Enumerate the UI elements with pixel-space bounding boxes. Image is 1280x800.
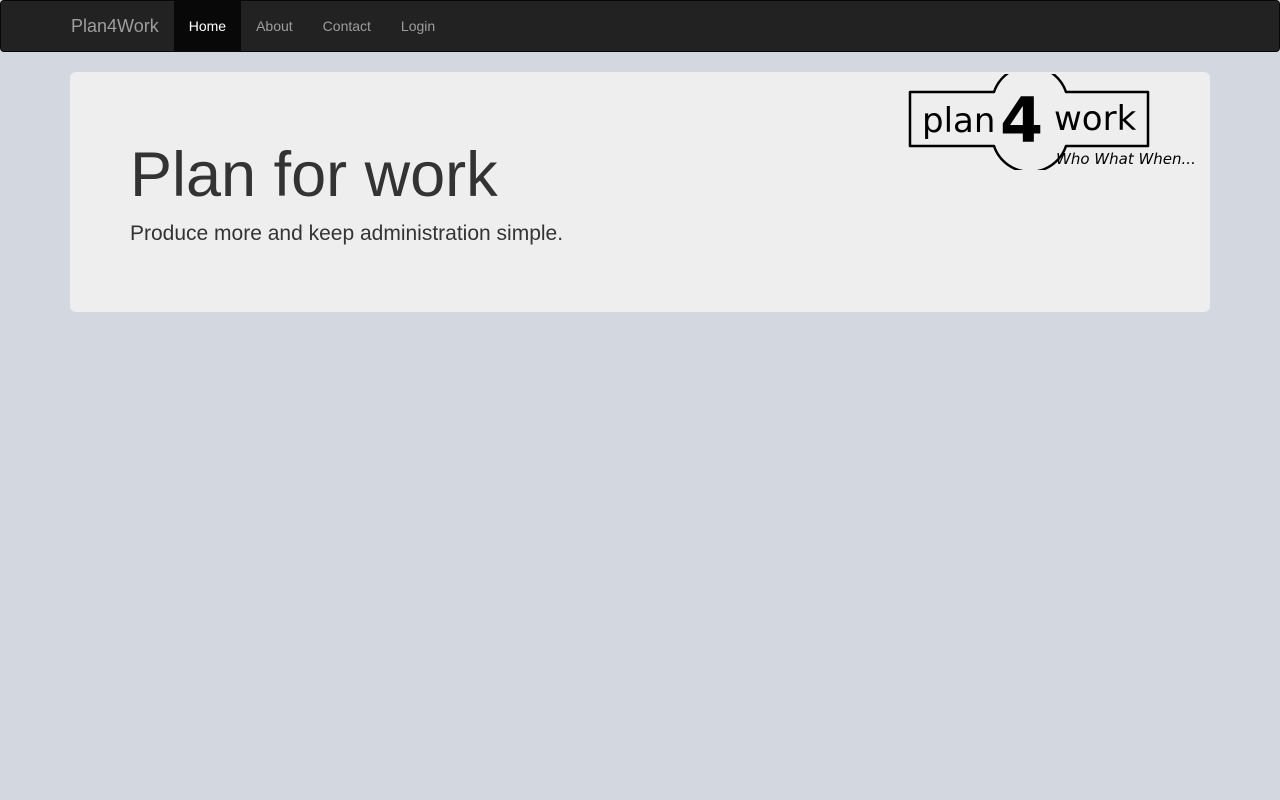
- top-navbar: Plan4Work Home About Contact Login: [0, 0, 1280, 52]
- nav-home[interactable]: Home: [173, 1, 242, 51]
- logo-tagline: Who What When...: [1056, 150, 1194, 168]
- nav-about[interactable]: About: [241, 1, 308, 51]
- logo-digit: 4: [1000, 84, 1043, 157]
- logo-word-right: work: [1054, 99, 1137, 139]
- nav-menu: Home About Contact Login: [173, 1, 450, 51]
- plan4work-logo: plan 4 work Who What When...: [908, 74, 1194, 170]
- logo-word-left: plan: [922, 101, 995, 141]
- nav-contact[interactable]: Contact: [308, 1, 386, 51]
- nav-login[interactable]: Login: [386, 1, 450, 51]
- page-lead-text: Produce more and keep administration sim…: [130, 222, 564, 245]
- brand-link[interactable]: Plan4Work: [56, 1, 174, 51]
- page-title: Plan for work: [130, 140, 498, 210]
- navbar-container: Plan4Work Home About Contact Login: [56, 1, 450, 51]
- jumbotron: plan 4 work Who What When... Plan for wo…: [70, 72, 1210, 312]
